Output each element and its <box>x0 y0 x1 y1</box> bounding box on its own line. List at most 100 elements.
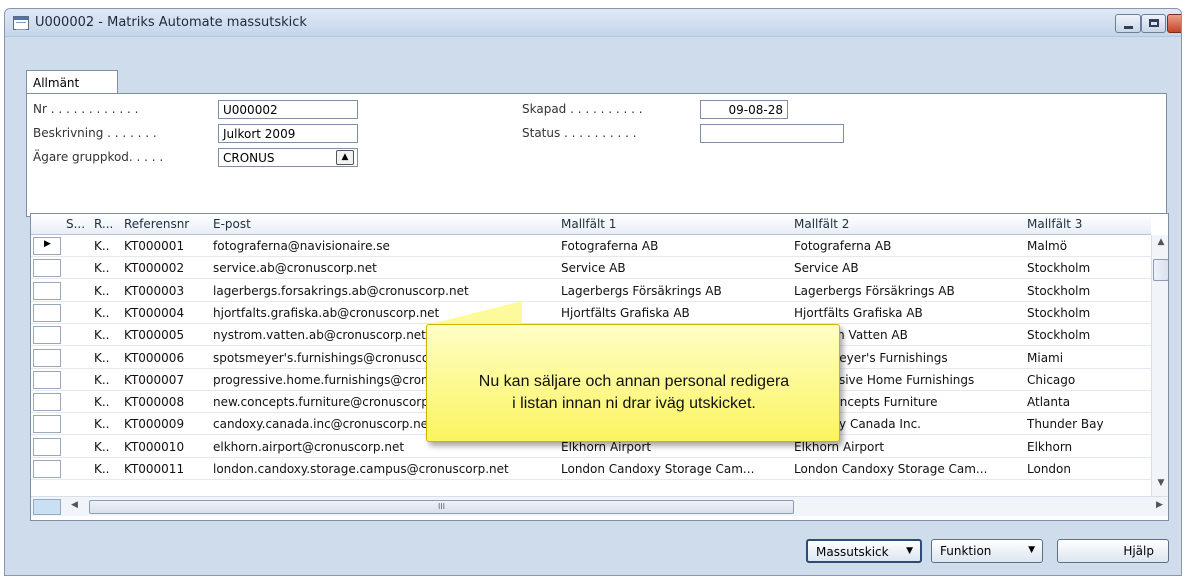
row-selector[interactable] <box>33 237 61 255</box>
scroll-right-icon[interactable]: ▶ <box>1156 500 1163 510</box>
row-selector[interactable] <box>33 326 61 345</box>
cell-referensnr[interactable]: KT000003 <box>124 284 209 298</box>
cell-r[interactable]: K.. <box>94 417 122 431</box>
row-selector[interactable] <box>33 370 61 389</box>
cell-r[interactable]: K.. <box>94 351 122 365</box>
cell-mallfalt-2[interactable]: London Candoxy Storage Cam... <box>794 462 1019 476</box>
close-button[interactable]: ✕ <box>1167 14 1181 33</box>
maximize-button[interactable] <box>1141 14 1166 33</box>
cell-r[interactable]: K.. <box>94 284 122 298</box>
title-bar[interactable]: U000002 - Matriks Automate massutskick ✕ <box>5 9 1181 37</box>
row-selector[interactable] <box>33 303 61 322</box>
nr-label: Nr . . . . . . . . . . . . <box>33 102 139 116</box>
cell-r[interactable]: K.. <box>94 440 122 454</box>
cell-r[interactable]: K.. <box>94 395 122 409</box>
cell-mallfalt-2[interactable]: Lagerbergs Försäkrings AB <box>794 284 1019 298</box>
minimize-icon <box>1124 26 1133 29</box>
col-header-epost[interactable]: E-post <box>213 217 553 231</box>
cell-mallfalt-2[interactable]: Fotograferna AB <box>794 239 1019 253</box>
col-header-s[interactable]: S... <box>66 217 94 231</box>
window-icon <box>13 16 29 30</box>
cell-mallfalt-3[interactable]: Miami <box>1027 351 1147 365</box>
cell-referensnr[interactable]: KT000010 <box>124 440 209 454</box>
scroll-down-icon[interactable]: ▼ <box>1152 478 1168 494</box>
skapad-label: Skapad . . . . . . . . . . <box>522 102 643 116</box>
table-row[interactable]: K.. KT000003 lagerbergs.forsakrings.ab@cro… <box>31 280 1151 302</box>
cell-mallfalt-3[interactable]: Elkhorn <box>1027 440 1147 454</box>
cell-r[interactable]: K.. <box>94 328 122 342</box>
cell-mallfalt-3[interactable]: Malmö <box>1027 239 1147 253</box>
row-selector[interactable] <box>33 415 61 434</box>
col-header-mallfalt-1[interactable]: Mallfält 1 <box>561 217 786 231</box>
hjalp-button[interactable]: Hjälp <box>1057 539 1169 563</box>
funktion-button[interactable]: Funktion ▼ <box>931 539 1043 563</box>
cell-mallfalt-3[interactable]: Atlanta <box>1027 395 1147 409</box>
lookup-icon[interactable]: ▲ <box>336 150 354 165</box>
cell-referensnr[interactable]: KT000005 <box>124 328 209 342</box>
row-selector[interactable] <box>33 460 61 478</box>
horizontal-scroll-thumb[interactable]: III <box>89 500 794 514</box>
chevron-down-icon: ▼ <box>906 546 913 556</box>
cell-mallfalt-3[interactable]: Stockholm <box>1027 284 1147 298</box>
horizontal-scrollbar[interactable]: ◀ III ▶ <box>31 496 1168 516</box>
cell-mallfalt-3[interactable]: Stockholm <box>1027 306 1147 320</box>
cell-referensnr[interactable]: KT000007 <box>124 373 209 387</box>
table-row[interactable]: K.. KT000002 service.ab@cronuscorp.net Serv… <box>31 257 1151 280</box>
tab-allmant[interactable]: Allmänt <box>26 70 118 94</box>
cell-epost[interactable]: service.ab@cronuscorp.net <box>213 261 553 275</box>
cell-referensnr[interactable]: KT000001 <box>124 239 209 253</box>
cell-mallfalt-3[interactable]: Stockholm <box>1027 328 1147 342</box>
table-row[interactable]: K.. KT000011 london.candoxy.storage.campus… <box>31 458 1151 480</box>
maximize-icon <box>1149 19 1159 27</box>
row-selector[interactable] <box>33 281 61 300</box>
callout-text: Nu kan säljare och annan personal redige… <box>427 371 841 415</box>
hjalp-label: Hjälp <box>1123 544 1154 558</box>
cell-epost[interactable]: lagerbergs.forsakrings.ab@cronuscorp.net <box>213 284 553 298</box>
col-header-referensnr[interactable]: Referensnr <box>124 217 209 231</box>
massutskick-label: Massutskick <box>816 545 889 559</box>
cell-referensnr[interactable]: KT000008 <box>124 395 209 409</box>
cell-referensnr[interactable]: KT000011 <box>124 462 209 476</box>
cell-mallfalt-3[interactable]: Chicago <box>1027 373 1147 387</box>
cell-mallfalt-3[interactable]: Stockholm <box>1027 261 1147 275</box>
scroll-up-icon[interactable]: ▲ <box>1152 237 1168 253</box>
massutskick-button[interactable]: Massutskick ▼ <box>806 539 922 563</box>
cell-mallfalt-1[interactable]: London Candoxy Storage Cam... <box>561 462 786 476</box>
cell-epost[interactable]: fotograferna@navisionaire.se <box>213 239 553 253</box>
nr-field[interactable]: U000002 <box>218 100 358 119</box>
cell-r[interactable]: K.. <box>94 462 122 476</box>
scroll-left-icon[interactable]: ◀ <box>71 500 78 510</box>
row-selector[interactable] <box>33 259 61 278</box>
col-header-mallfalt-2[interactable]: Mallfält 2 <box>794 217 1019 231</box>
cell-mallfalt-1[interactable]: Service AB <box>561 261 786 275</box>
cell-referensnr[interactable]: KT000002 <box>124 261 209 275</box>
cell-referensnr[interactable]: KT000006 <box>124 351 209 365</box>
status-field[interactable] <box>700 124 844 143</box>
row-selector[interactable] <box>33 437 61 456</box>
cell-referensnr[interactable]: KT000009 <box>124 417 209 431</box>
cell-mallfalt-2[interactable]: Hjortfälts Grafiska AB <box>794 306 1019 320</box>
cell-r[interactable]: K.. <box>94 306 122 320</box>
skapad-field[interactable]: 09-08-28 <box>700 100 788 119</box>
cell-r[interactable]: K.. <box>94 239 122 253</box>
vertical-scroll-thumb[interactable] <box>1153 259 1168 281</box>
col-header-mallfalt-3[interactable]: Mallfält 3 <box>1027 217 1147 231</box>
cell-mallfalt-2[interactable]: Service AB <box>794 261 1019 275</box>
cell-referensnr[interactable]: KT000004 <box>124 306 209 320</box>
col-header-r[interactable]: R... <box>94 217 124 231</box>
cell-mallfalt-3[interactable]: London <box>1027 462 1147 476</box>
table-row[interactable]: K.. KT000004 hjortfalts.grafiska.ab@cronus… <box>31 302 1151 324</box>
cell-epost[interactable]: london.candoxy.storage.campus@cronuscorp… <box>213 462 553 476</box>
cell-r[interactable]: K.. <box>94 261 122 275</box>
cell-mallfalt-1[interactable]: Lagerbergs Försäkrings AB <box>561 284 786 298</box>
cell-r[interactable]: K.. <box>94 373 122 387</box>
row-selector[interactable] <box>33 348 61 367</box>
row-selector[interactable] <box>33 393 61 412</box>
cell-mallfalt-1[interactable]: Fotograferna AB <box>561 239 786 253</box>
table-row[interactable]: K..KT000001 fotograferna@navisionaire.se F… <box>31 235 1151 257</box>
beskrivning-field[interactable]: Julkort 2009 <box>218 124 358 143</box>
vertical-scrollbar[interactable]: ▲ ▼ <box>1151 235 1168 496</box>
cell-mallfalt-1[interactable]: Hjortfälts Grafiska AB <box>561 306 786 320</box>
minimize-button[interactable] <box>1115 14 1141 33</box>
cell-mallfalt-3[interactable]: Thunder Bay <box>1027 417 1147 431</box>
